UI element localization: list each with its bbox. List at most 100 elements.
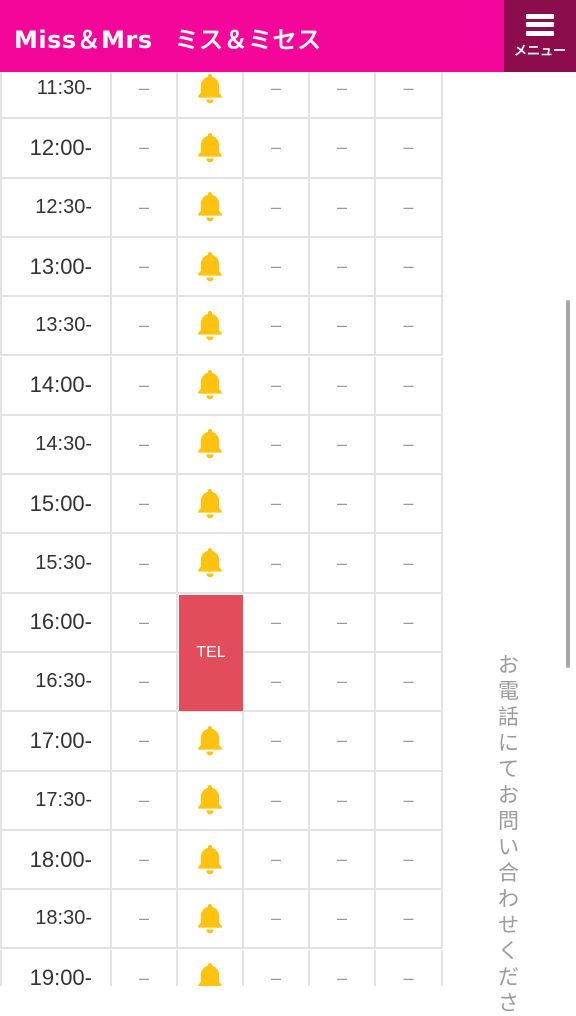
- reservation-slot[interactable]: [178, 771, 244, 829]
- bell-icon: [198, 370, 222, 400]
- unavailable-slot: –: [376, 178, 443, 236]
- unavailable-slot: –: [376, 593, 443, 651]
- unavailable-slot: –: [376, 890, 443, 948]
- unavailable-slot: –: [310, 72, 376, 118]
- unavailable-slot: –: [112, 593, 178, 651]
- unavailable-slot: –: [376, 237, 443, 296]
- schedule-row: 17:00- – – – –: [0, 712, 443, 772]
- unavailable-slot: –: [376, 297, 443, 355]
- time-slot-label: 14:30-: [0, 415, 112, 474]
- phone-inquiry-note: お電話にてお問い合わせくださ: [498, 653, 519, 1015]
- reservation-slot[interactable]: [178, 534, 244, 592]
- unavailable-slot: –: [244, 830, 310, 889]
- reservation-slot[interactable]: [178, 237, 244, 296]
- reservation-slot[interactable]: [178, 949, 244, 986]
- unavailable-slot: –: [310, 297, 376, 355]
- unavailable-slot: –: [376, 712, 443, 770]
- time-slot-label: 14:00-: [0, 356, 112, 414]
- unavailable-slot: –: [244, 72, 310, 118]
- unavailable-slot: –: [244, 119, 310, 177]
- bell-icon: [198, 251, 222, 281]
- reservation-slot[interactable]: [178, 890, 244, 948]
- unavailable-slot: –: [112, 119, 178, 177]
- unavailable-slot: –: [376, 119, 443, 177]
- unavailable-slot: –: [310, 771, 376, 829]
- bell-icon: [198, 903, 222, 934]
- unavailable-slot: –: [244, 653, 310, 711]
- bell-icon: [198, 429, 222, 459]
- unavailable-slot: –: [112, 72, 178, 118]
- time-slot-label: 18:00-: [0, 830, 112, 889]
- unavailable-slot: –: [244, 475, 310, 533]
- time-slot-label: 16:00-: [0, 593, 112, 651]
- reservation-slot[interactable]: [178, 356, 244, 414]
- site-header: Miss＆Mrs ミス＆ミセス メニュー: [0, 0, 576, 72]
- schedule-row: 17:30- – – – –: [0, 771, 443, 831]
- bell-icon: [198, 725, 222, 756]
- bell-icon: [198, 192, 222, 222]
- unavailable-slot: –: [112, 653, 178, 711]
- unavailable-slot: –: [376, 415, 443, 474]
- unavailable-slot: –: [310, 653, 376, 711]
- unavailable-slot: –: [244, 771, 310, 829]
- time-slot-label: 17:00-: [0, 712, 112, 770]
- schedule-row: 14:30- – – – –: [0, 415, 443, 476]
- schedule-row: 18:30- – – – –: [0, 890, 443, 950]
- hamburger-icon: [526, 13, 554, 36]
- unavailable-slot: –: [310, 534, 376, 592]
- tel-reservation-button[interactable]: TEL: [179, 594, 243, 712]
- unavailable-slot: –: [112, 890, 178, 948]
- schedule-row: 14:00- – – – –: [0, 356, 443, 416]
- site-title-en: Miss＆Mrs: [14, 26, 153, 54]
- reservation-slot[interactable]: [178, 72, 244, 118]
- time-slot-label: 11:30-: [0, 72, 112, 118]
- schedule-row: 13:00- – – – –: [0, 237, 443, 298]
- time-slot-label: 19:00-: [0, 949, 112, 986]
- bell-icon: [198, 963, 222, 986]
- unavailable-slot: –: [244, 415, 310, 474]
- time-slot-label: 12:30-: [0, 178, 112, 236]
- time-slot-label: 15:00-: [0, 475, 112, 533]
- reservation-slot[interactable]: [178, 415, 244, 474]
- unavailable-slot: –: [310, 119, 376, 177]
- unavailable-slot: –: [244, 712, 310, 770]
- time-slot-label: 15:30-: [0, 534, 112, 592]
- unavailable-slot: –: [376, 949, 443, 986]
- unavailable-slot: –: [310, 356, 376, 414]
- unavailable-slot: –: [310, 475, 376, 533]
- unavailable-slot: –: [376, 72, 443, 118]
- reservation-slot[interactable]: [178, 178, 244, 236]
- reservation-slot[interactable]: [178, 830, 244, 889]
- unavailable-slot: –: [376, 771, 443, 829]
- site-title-jp: ミス＆ミセス: [174, 26, 322, 54]
- unavailable-slot: –: [310, 830, 376, 889]
- schedule-row: 13:30- – – – –: [0, 297, 443, 357]
- unavailable-slot: –: [310, 712, 376, 770]
- schedule-row: 15:00- – – – –: [0, 475, 443, 535]
- unavailable-slot: –: [244, 178, 310, 236]
- menu-button[interactable]: メニュー: [504, 0, 576, 72]
- unavailable-slot: –: [112, 475, 178, 533]
- unavailable-slot: –: [310, 178, 376, 236]
- unavailable-slot: –: [310, 593, 376, 651]
- reservation-slot[interactable]: [178, 475, 244, 533]
- time-slot-label: 13:00-: [0, 237, 112, 296]
- reservation-slot[interactable]: [178, 297, 244, 355]
- scrollbar[interactable]: [566, 300, 570, 668]
- unavailable-slot: –: [244, 297, 310, 355]
- unavailable-slot: –: [310, 237, 376, 296]
- time-slot-label: 13:30-: [0, 297, 112, 355]
- schedule-row: 11:30- – – – –: [0, 72, 443, 120]
- unavailable-slot: –: [310, 949, 376, 986]
- reservation-slot[interactable]: [178, 712, 244, 770]
- unavailable-slot: –: [376, 534, 443, 592]
- unavailable-slot: –: [376, 475, 443, 533]
- schedule-row: 12:00- – – – –: [0, 119, 443, 179]
- unavailable-slot: –: [244, 949, 310, 986]
- unavailable-slot: –: [310, 890, 376, 948]
- site-title[interactable]: Miss＆Mrs ミス＆ミセス: [14, 20, 322, 55]
- schedule-grid: 11:30- – – – –12:00- – – – –12:30- – – – –13:00- – – – –…: [0, 72, 443, 986]
- unavailable-slot: –: [112, 830, 178, 889]
- unavailable-slot: –: [310, 415, 376, 474]
- reservation-slot[interactable]: [178, 119, 244, 177]
